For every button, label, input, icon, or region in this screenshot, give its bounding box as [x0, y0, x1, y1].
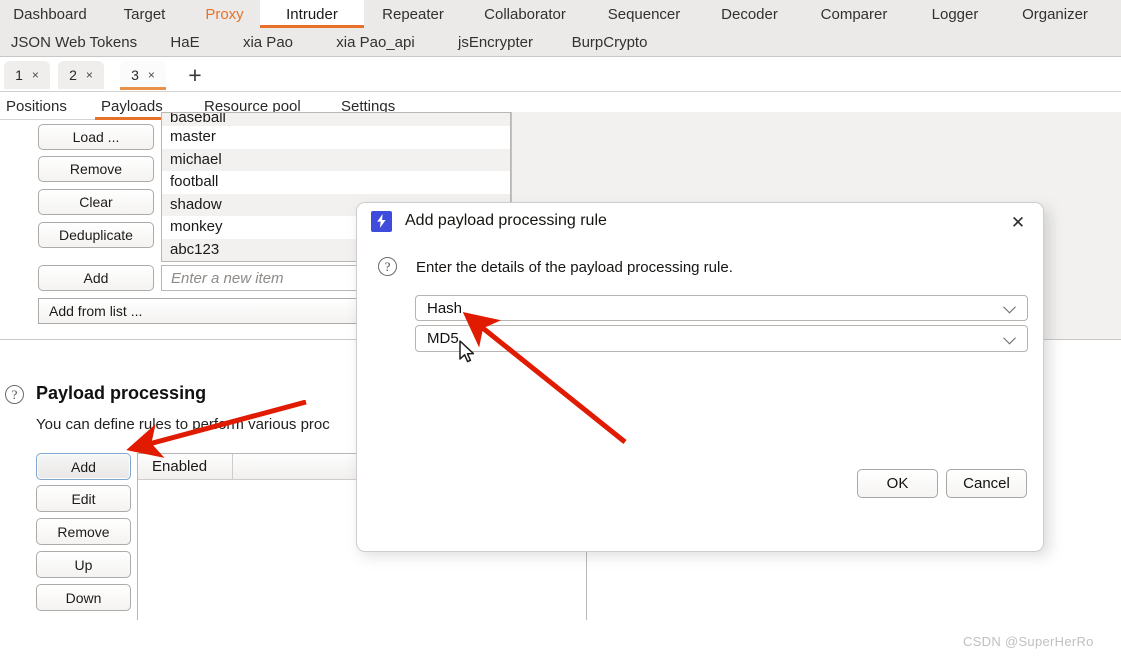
- burp-suite-window: Dashboard Target Proxy Intruder Repeater…: [0, 0, 1121, 659]
- nav-tab-sequencer[interactable]: Sequencer: [588, 0, 700, 28]
- hash-algorithm-select[interactable]: MD5: [415, 325, 1028, 352]
- add-payload-processing-rule-dialog: Add payload processing rule ✕ ? Enter th…: [356, 202, 1044, 552]
- attack-tab-3-label: 3: [131, 67, 139, 83]
- deduplicate-payloads-button[interactable]: Deduplicate: [38, 222, 154, 248]
- mouse-cursor: [459, 340, 475, 363]
- ok-button[interactable]: OK: [857, 469, 938, 498]
- attack-tab-3[interactable]: 3 ×: [120, 61, 166, 90]
- nav-tab-comparer[interactable]: Comparer: [799, 0, 909, 28]
- list-item[interactable]: master: [162, 126, 510, 149]
- column-header-enabled[interactable]: Enabled: [138, 454, 233, 479]
- attack-tab-1-label: 1: [15, 67, 23, 83]
- chevron-down-icon[interactable]: [1003, 331, 1016, 344]
- remove-processing-rule-button[interactable]: Remove: [36, 518, 131, 545]
- dialog-prompt-text: Enter the details of the payload process…: [416, 259, 733, 276]
- page-title: Payload processing: [36, 383, 207, 403]
- add-processing-rule-button[interactable]: Add: [36, 453, 131, 480]
- remove-payload-button[interactable]: Remove: [38, 156, 154, 182]
- section-description: You can define rules to perform various …: [36, 416, 330, 433]
- nav-tab-repeater[interactable]: Repeater: [364, 0, 462, 28]
- move-rule-down-button[interactable]: Down: [36, 584, 131, 611]
- attack-tab-2-label: 2: [69, 67, 77, 83]
- nav-tab-proxy[interactable]: Proxy: [189, 0, 260, 28]
- dialog-help-icon: ?: [378, 257, 397, 276]
- dialog-title: Add payload processing rule: [405, 212, 607, 229]
- rule-type-value: Hash: [427, 299, 463, 317]
- attack-tab-strip: 1 × 2 × 3 × +: [0, 57, 1121, 92]
- chevron-down-icon[interactable]: [1003, 300, 1016, 314]
- nav-tab-burpcrypto[interactable]: BurpCrypto: [554, 28, 665, 56]
- nav-tab-xia-pao-api[interactable]: xia Pao_api: [314, 28, 437, 56]
- dialog-title-bar: Add payload processing rule ✕: [357, 203, 1043, 239]
- load-payloads-button[interactable]: Load ...: [38, 124, 154, 150]
- main-navigation-bar: Dashboard Target Proxy Intruder Repeater…: [0, 0, 1121, 57]
- tab-payloads[interactable]: Payloads: [95, 92, 169, 120]
- nav-tab-intruder[interactable]: Intruder: [260, 0, 364, 28]
- nav-tab-logger[interactable]: Logger: [909, 0, 1001, 28]
- clear-payloads-button[interactable]: Clear: [38, 189, 154, 215]
- attack-tab-2[interactable]: 2 ×: [58, 61, 104, 89]
- tab-positions[interactable]: Positions: [6, 92, 67, 120]
- nav-tab-decoder[interactable]: Decoder: [700, 0, 799, 28]
- close-icon[interactable]: ×: [148, 68, 155, 82]
- list-item[interactable]: football: [162, 171, 510, 194]
- nav-tab-target[interactable]: Target: [100, 0, 189, 28]
- close-icon[interactable]: ×: [86, 68, 93, 82]
- hash-algorithm-value: MD5: [427, 330, 459, 347]
- nav-tab-organizer[interactable]: Organizer: [1001, 0, 1109, 28]
- new-payload-placeholder: Enter a new item: [171, 269, 284, 287]
- rule-type-select[interactable]: Hash: [415, 295, 1028, 321]
- list-item[interactable]: michael: [162, 148, 510, 171]
- watermark: CSDN @SuperHerRo: [963, 634, 1094, 649]
- nav-row-extensions: JSON Web Tokens HaE xia Pao xia Pao_api …: [0, 28, 1121, 56]
- help-icon[interactable]: ?: [5, 385, 24, 404]
- close-icon[interactable]: ✕: [1007, 212, 1029, 234]
- nav-tab-collaborator[interactable]: Collaborator: [462, 0, 588, 28]
- cancel-button[interactable]: Cancel: [946, 469, 1027, 498]
- nav-tab-hae[interactable]: HaE: [148, 28, 222, 56]
- attack-tab-1[interactable]: 1 ×: [4, 61, 50, 89]
- nav-row-primary: Dashboard Target Proxy Intruder Repeater…: [0, 0, 1121, 28]
- list-item[interactable]: baseball: [162, 113, 510, 126]
- nav-tab-xia-pao[interactable]: xia Pao: [222, 28, 314, 56]
- edit-processing-rule-button[interactable]: Edit: [36, 485, 131, 512]
- add-payload-button[interactable]: Add: [38, 265, 154, 291]
- burp-bolt-icon: [371, 210, 392, 232]
- close-icon[interactable]: ×: [32, 68, 39, 82]
- move-rule-up-button[interactable]: Up: [36, 551, 131, 578]
- nav-tab-jsencrypter[interactable]: jsEncrypter: [437, 28, 554, 56]
- nav-tab-json-web-tokens[interactable]: JSON Web Tokens: [0, 28, 148, 56]
- add-from-list-button[interactable]: Add from list ...: [38, 298, 368, 324]
- new-attack-tab-button[interactable]: +: [182, 62, 208, 88]
- nav-tab-dashboard[interactable]: Dashboard: [0, 0, 100, 28]
